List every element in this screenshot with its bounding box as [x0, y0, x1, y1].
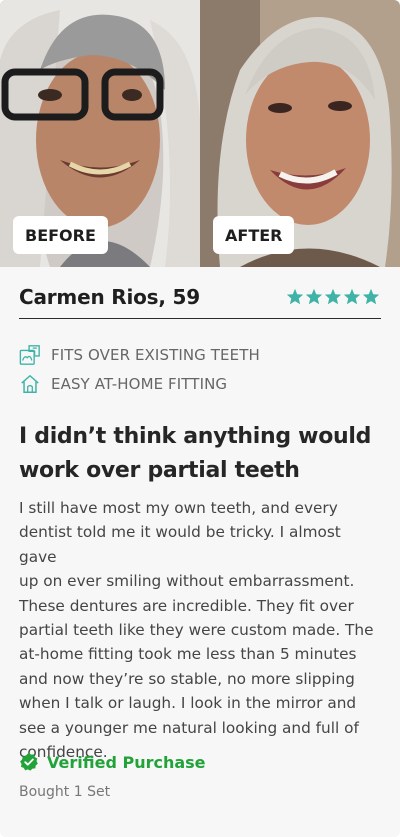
star-icon [324, 288, 342, 305]
review-card: BEFORE AFTER Carmen Rios, 59 FITS OVER E… [0, 0, 400, 837]
feature-label: FITS OVER EXISTING TEETH [51, 346, 260, 364]
verified-purchase: Verified Purchase [19, 752, 206, 772]
review-body: I still have most my own teeth, and ever… [19, 496, 383, 764]
feature-fits-over-teeth: FITS OVER EXISTING TEETH [19, 344, 260, 366]
body-line: and now they’re so stable, no more slipp… [19, 669, 355, 688]
home-icon [21, 375, 39, 393]
star-icon [362, 288, 380, 305]
verified-label: Verified Purchase [47, 752, 206, 772]
body-line: These dentures are incredible. They fit … [19, 596, 354, 615]
star-icon [305, 288, 323, 305]
star-icon [343, 288, 361, 305]
headline-line: work over partial teeth [19, 458, 300, 483]
verified-check-icon [20, 752, 38, 771]
star-icon [286, 288, 304, 305]
before-photo: BEFORE [0, 0, 200, 267]
before-badge: BEFORE [13, 216, 108, 254]
body-line: at-home fitting took me less than 5 minu… [19, 645, 357, 664]
body-line: partial teeth like they were custom made… [19, 621, 374, 640]
body-line: when I talk or laugh. I look in the mirr… [19, 694, 357, 713]
star-rating [286, 288, 380, 305]
body-line: up on ever smiling without embarrassment… [19, 572, 355, 591]
reviewer-name: Carmen Rios, 59 [19, 285, 200, 309]
after-badge: AFTER [213, 216, 295, 254]
purchase-note: Bought 1 Set [19, 784, 111, 800]
headline-line: I didn’t think anything would [19, 424, 372, 449]
before-after-photos: BEFORE AFTER [0, 0, 400, 267]
puzzle-teeth-icon [19, 345, 40, 365]
review-headline: I didn’t think anything would work over … [19, 420, 381, 488]
feature-at-home-fitting: EASY AT-HOME FITTING [19, 373, 227, 395]
header-divider [19, 318, 381, 319]
body-line: I still have most my own teeth, and ever… [19, 499, 338, 517]
feature-label: EASY AT-HOME FITTING [51, 375, 228, 393]
body-line: see a younger me natural looking and ful… [19, 718, 359, 737]
body-line: dentist told me it would be tricky. I al… [19, 523, 341, 566]
after-photo: AFTER [200, 0, 400, 267]
